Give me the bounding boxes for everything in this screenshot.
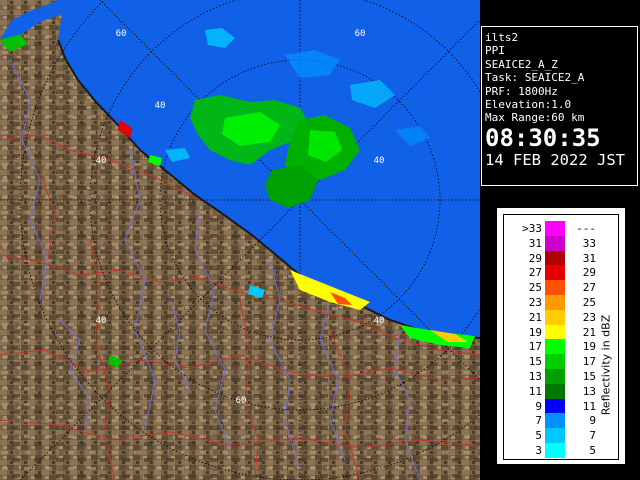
legend-color-swatch xyxy=(545,235,565,251)
legend-low-value: >33 xyxy=(522,222,542,235)
legend-low-value: 5 xyxy=(535,429,542,443)
task-name: Task: SEAICE2_A xyxy=(485,71,585,85)
legend-high-value: 11 xyxy=(582,399,596,413)
range-label: 40 xyxy=(96,156,107,166)
legend-color-swatch xyxy=(545,398,565,414)
legend-low-value: 31 xyxy=(528,236,542,250)
radar-map: 60 60 40 40 40 40 40 60 xyxy=(0,0,480,480)
legend-high-value: 5 xyxy=(589,444,596,457)
legend-color-swatch xyxy=(545,309,565,325)
range-label: 40 xyxy=(96,316,107,326)
legend-low-value: 23 xyxy=(528,296,542,309)
prf-value: PRF: 1800Hz xyxy=(485,84,558,98)
max-range-value: Max Range:60 km xyxy=(485,111,585,125)
site-name: ilts2 xyxy=(485,31,519,44)
date-display: 14 FEB 2022 JST xyxy=(485,150,625,169)
range-label: 60 xyxy=(355,29,366,39)
legend-high-value: 9 xyxy=(589,414,596,428)
legend-low-value: 17 xyxy=(528,340,542,354)
time-display: 08:30:35 xyxy=(485,123,601,152)
legend-color-swatch xyxy=(545,354,565,369)
legend-high-value: 19 xyxy=(582,340,596,354)
legend-high-value: --- xyxy=(576,222,596,235)
legend-high-value: 7 xyxy=(589,429,596,443)
legend-color-swatch xyxy=(545,369,565,384)
legend-color-swatch xyxy=(545,339,565,355)
range-label: 60 xyxy=(236,396,247,406)
legend-low-value: 21 xyxy=(528,310,542,324)
product-type: PPI xyxy=(485,44,505,58)
legend-color-swatch xyxy=(545,295,565,310)
field-name: SEAICE2_A_Z xyxy=(485,57,558,71)
legend-low-value: 9 xyxy=(535,399,542,413)
legend-low-value: 7 xyxy=(535,414,542,428)
elevation-value: Elevation:1.0 xyxy=(485,98,572,112)
legend-row: 31 33 xyxy=(504,235,618,251)
legend-box: >33 --- 31 33 29 31 27 29 25 27 23 25 21 23 19 21 17 19 15… xyxy=(503,214,619,460)
legend-low-value: 13 xyxy=(528,370,542,383)
legend-color-swatch xyxy=(545,250,565,266)
legend-low-value: 19 xyxy=(528,325,542,339)
legend-high-value: 31 xyxy=(582,251,596,265)
legend-low-value: 27 xyxy=(528,266,542,280)
legend-low-value: 11 xyxy=(528,384,542,398)
reflectivity-legend: >33 --- 31 33 29 31 27 29 25 27 23 25 21 23 19 21 17 19 15… xyxy=(497,208,625,464)
legend-high-value: 13 xyxy=(582,384,596,398)
legend-row: >33 --- xyxy=(504,221,618,236)
range-label: 40 xyxy=(374,156,385,166)
legend-row: 29 31 xyxy=(504,250,618,266)
legend-color-swatch xyxy=(545,280,565,295)
legend-unit-text: Reflectivity in dBZ xyxy=(599,314,613,416)
legend-color-swatch xyxy=(545,324,565,340)
legend-low-value: 29 xyxy=(528,251,542,265)
range-label: 40 xyxy=(374,316,385,326)
legend-color-swatch xyxy=(545,443,565,458)
legend-high-value: 25 xyxy=(582,296,596,309)
legend-low-value: 25 xyxy=(528,281,542,295)
legend-color-swatch xyxy=(545,413,565,429)
legend-low-value: 15 xyxy=(528,355,542,369)
legend-color-swatch xyxy=(545,221,565,236)
legend-low-value: 3 xyxy=(535,444,542,457)
legend-color-swatch xyxy=(545,428,565,443)
range-label: 60 xyxy=(116,29,127,39)
legend-unit-label: Reflectivity in dBZ xyxy=(598,275,614,455)
legend-high-value: 17 xyxy=(582,355,596,369)
legend-high-value: 27 xyxy=(582,281,596,295)
info-panel: ilts2 PPI SEAICE2_A_Z Task: SEAICE2_A PR… xyxy=(481,26,638,186)
legend-high-value: 29 xyxy=(582,266,596,280)
legend-high-value: 15 xyxy=(582,370,596,383)
range-label: 40 xyxy=(155,101,166,111)
legend-color-swatch xyxy=(545,383,565,399)
legend-color-swatch xyxy=(545,265,565,281)
legend-high-value: 23 xyxy=(582,310,596,324)
legend-high-value: 33 xyxy=(582,236,596,250)
legend-high-value: 21 xyxy=(582,325,596,339)
